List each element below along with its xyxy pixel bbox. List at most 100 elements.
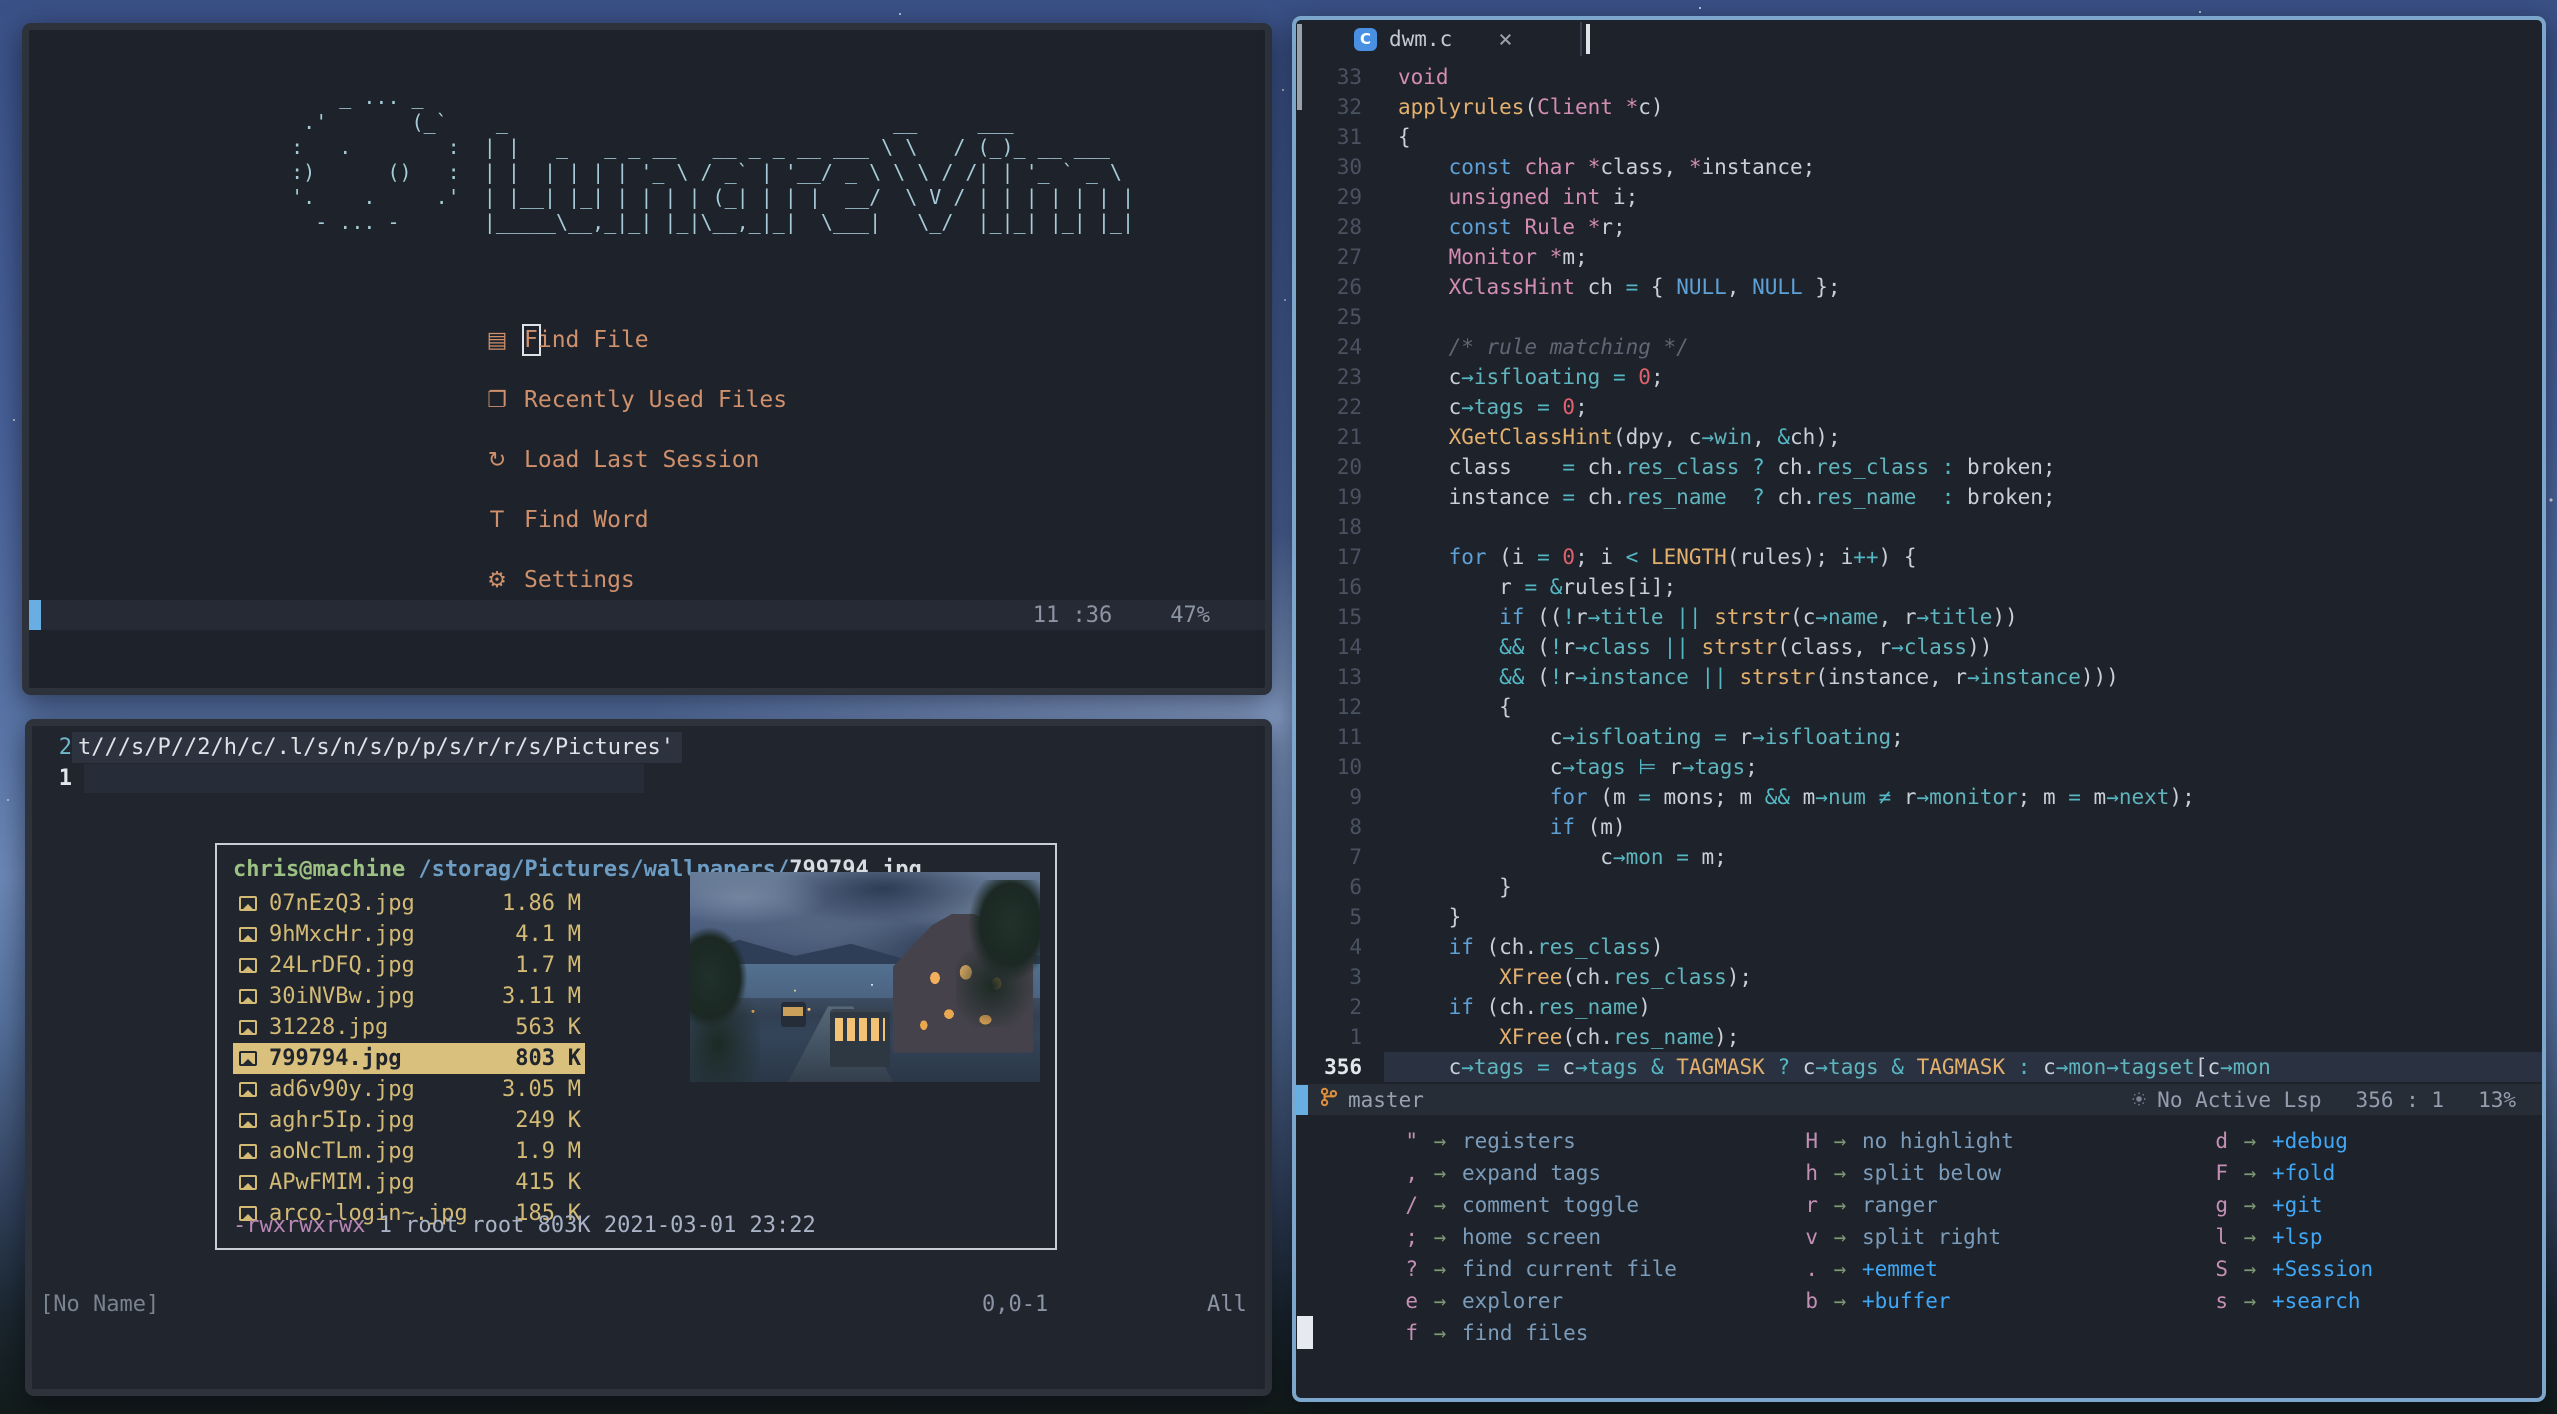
code-area[interactable]: 33 void 32 applyrules(Client *c) 31{30 const… xyxy=(1296,62,2542,1082)
file-row[interactable]: 31228.jpg 563 K xyxy=(233,1012,585,1043)
file-row[interactable]: aoNcTLm.jpg 1.9 M xyxy=(233,1136,585,1167)
whichkey-key: f xyxy=(1405,1321,1418,1345)
arrow-icon: → xyxy=(1833,1289,1847,1313)
code-line: 16 r = &rules[i]; xyxy=(1296,572,2542,602)
file-size: 4.1 xyxy=(515,922,555,947)
code-line: 26 XClassHint ch = { NULL, NULL }; xyxy=(1296,272,2542,302)
whichkey-key: S xyxy=(2215,1257,2228,1281)
file-name: APwFMIM.jpg xyxy=(269,1170,415,1195)
close-icon[interactable]: × xyxy=(1498,25,1512,53)
whichkey-key: s xyxy=(2215,1289,2228,1313)
line-number: 1 xyxy=(1349,1025,1362,1049)
tabline: C dwm.c × xyxy=(1296,20,2542,58)
code-line: 13 && (!r→instance || strstr(instance, r… xyxy=(1296,662,2542,692)
file-size: 1.9 xyxy=(515,1139,555,1164)
menu-item-find-file[interactable]: ▤ Find File xyxy=(484,310,787,370)
whichkey-binding: , → expand tags xyxy=(1358,1157,1677,1189)
code-text: /* rule matching */ xyxy=(1448,335,1689,359)
file-row[interactable]: APwFMIM.jpg 415 K xyxy=(233,1167,585,1198)
gear-icon: ⚙ xyxy=(487,567,507,593)
file-size-unit: M xyxy=(567,1077,581,1102)
code-text: if ((!r→title || strstr(c→name, r→title)… xyxy=(1499,605,2018,629)
git-branch-icon xyxy=(1320,1087,1338,1112)
whichkey-label: split below xyxy=(1862,1161,2002,1185)
arrow-icon: → xyxy=(1433,1225,1447,1249)
whichkey-key: . xyxy=(1805,1257,1818,1281)
whichkey-label: ranger xyxy=(1862,1193,1938,1217)
whichkey-label: +Session xyxy=(2272,1257,2374,1281)
buffer-lines: 2 t///s/P//2/h/c/.l/s/n/s/p/p/s/r/r/s/Pi… xyxy=(32,732,1265,794)
whichkey-label: +fold xyxy=(2272,1161,2336,1185)
arrow-icon: → xyxy=(1833,1225,1847,1249)
code-text: void xyxy=(1398,65,1449,89)
file-size-unit: M xyxy=(567,1139,581,1164)
tab-dwm-c[interactable]: C dwm.c × xyxy=(1354,22,1513,56)
code-line: 19 instance = ch.res_name ? ch.res_name … xyxy=(1296,482,2542,512)
file-row[interactable]: 9hMxcHr.jpg 4.1 M xyxy=(233,919,585,950)
whichkey-label: +buffer xyxy=(1862,1289,1951,1313)
code-line: 10 c→tags ⊨ r→tags; xyxy=(1296,752,2542,782)
file-row[interactable]: 07nEzQ3.jpg 1.86 M xyxy=(233,888,585,919)
code-line: 5 } xyxy=(1296,902,2542,932)
line-number: 27 xyxy=(1336,245,1362,269)
whichkey-binding: H → no highlight xyxy=(1758,1125,2013,1157)
whichkey-column: H → no highlight h → split below r → ranger v → spl… xyxy=(1758,1125,2014,1317)
whichkey-binding: b → +buffer xyxy=(1758,1285,2014,1317)
file-row[interactable]: 799794.jpg 803 K xyxy=(233,1043,585,1074)
arrow-icon: → xyxy=(1433,1289,1447,1313)
arrow-icon: → xyxy=(2243,1161,2257,1185)
menu-item-recently-used-files[interactable]: ❐ Recently Used Files xyxy=(484,370,787,430)
file-size: 563 xyxy=(515,1015,555,1040)
whichkey-key: h xyxy=(1805,1161,1818,1185)
whichkey-label: find current file xyxy=(1462,1257,1677,1281)
file-row[interactable]: aghr5Ip.jpg 249 K xyxy=(233,1105,585,1136)
image-file-icon xyxy=(239,1144,257,1159)
arrow-icon: → xyxy=(1833,1257,1847,1281)
code-line: 6 } xyxy=(1296,872,2542,902)
line-number: 8 xyxy=(1349,815,1362,839)
menu-item-find-word[interactable]: T Find Word xyxy=(484,490,787,550)
c-language-icon: C xyxy=(1354,27,1377,51)
tab-title: dwm.c xyxy=(1389,27,1453,51)
arrow-icon: → xyxy=(2243,1289,2257,1313)
code-text: unsigned int i; xyxy=(1448,185,1639,209)
cursor-position: 356 : 1 xyxy=(2355,1087,2445,1112)
history-icon: ↻ xyxy=(487,447,507,473)
file-size-unit: K xyxy=(567,1046,581,1071)
line-number: 10 xyxy=(1336,755,1362,779)
file-size: 803 xyxy=(515,1046,555,1071)
file-row[interactable]: ad6v90y.jpg 3.05 M xyxy=(233,1074,585,1105)
menu-item-load-last-session[interactable]: ↻ Load Last Session xyxy=(484,430,787,490)
image-file-icon xyxy=(239,1175,257,1190)
file-row[interactable]: 24LrDFQ.jpg 1.7 M xyxy=(233,950,585,981)
image-file-icon xyxy=(239,927,257,942)
tab-separator xyxy=(1580,22,1582,56)
copy-icon: ❐ xyxy=(487,387,507,413)
whichkey-label: +emmet xyxy=(1862,1257,1938,1281)
statusbar: 11 :36 47% xyxy=(29,600,1265,630)
code-text: class = ch.res_class ? ch.res_class : br… xyxy=(1398,455,2056,479)
code-line: 20 class = ch.res_class ? ch.res_class :… xyxy=(1296,452,2542,482)
file-row[interactable]: 30iNVBw.jpg 3.11 M xyxy=(233,981,585,1012)
whichkey-key: l xyxy=(2215,1225,2228,1249)
file-meta: 1 root root 803K 2021-03-01 23:22 xyxy=(365,1213,816,1238)
file-size: 1.86 xyxy=(502,891,555,916)
start-menu: ▤ Find File ❐ Recently Used Files ↻ Load Last… xyxy=(484,310,788,610)
whichkey-label: +debug xyxy=(2272,1129,2348,1153)
code-line: 4 if (ch.res_class) xyxy=(1296,932,2542,962)
line-number: 6 xyxy=(1349,875,1362,899)
lsp-status: No Active Lsp xyxy=(2157,1087,2322,1112)
line-number: 22 xyxy=(1336,395,1362,419)
code-text: if (m) xyxy=(1549,815,1626,839)
code-text: { xyxy=(1398,695,1512,719)
code-line: 3 XFree(ch.res_class); xyxy=(1296,962,2542,992)
line-number: 12 xyxy=(1336,695,1362,719)
lunarvim-logo: _ ... _ .' (_` _ __ ___ : . : | | _ _ _ … xyxy=(291,85,1134,234)
cursor xyxy=(1586,24,1590,54)
file-size: 3.05 xyxy=(502,1077,555,1102)
code-text: c→tags ⊨ r→tags; xyxy=(1398,755,1758,779)
line-number: 29 xyxy=(1336,185,1362,209)
whichkey-key: r xyxy=(1805,1193,1818,1217)
image-file-icon xyxy=(239,989,257,1004)
code-line: 27 Monitor *m; xyxy=(1296,242,2542,272)
